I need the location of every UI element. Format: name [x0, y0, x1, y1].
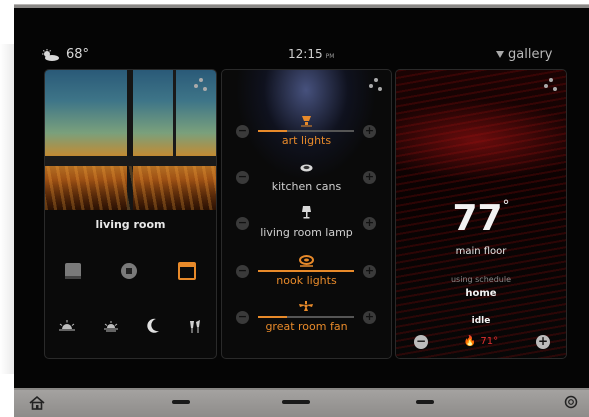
living-room-card[interactable]: living room — [44, 69, 217, 359]
fan-icon[interactable] — [297, 298, 313, 311]
flame-icon: 🔥 — [463, 336, 477, 347]
gallery-label: gallery — [508, 47, 553, 62]
dimmer-slider[interactable] — [258, 130, 354, 132]
power-icon[interactable] — [564, 395, 578, 409]
thermostat-card[interactable]: 77° main floor using schedule home idle … — [395, 69, 567, 359]
time-text: 12:15 — [288, 47, 323, 61]
schedule-name: home — [465, 288, 497, 299]
party-icon[interactable] — [188, 318, 202, 334]
chevron-down-icon — [496, 51, 504, 58]
light-label: art lights — [281, 134, 332, 147]
dimmer-level — [258, 316, 287, 318]
sunrise-icon[interactable] — [58, 320, 75, 332]
temperature-value: 77 — [452, 198, 503, 239]
room-label: living room — [95, 218, 166, 231]
blind-controls — [45, 262, 216, 280]
blind-stop-icon[interactable] — [121, 263, 138, 279]
dimmer-slider[interactable] — [258, 270, 354, 272]
increase-setpoint-button[interactable]: + — [536, 335, 550, 349]
gallery-menu[interactable]: gallery — [496, 47, 552, 62]
spotlight-icon[interactable] — [299, 112, 314, 127]
lights-card[interactable]: − + art lights − + kitchen cans − + living room … — [221, 69, 392, 359]
dimmer-level — [258, 270, 354, 272]
more-options-icon[interactable] — [544, 78, 558, 92]
current-temperature: 77° — [396, 198, 566, 239]
outdoor-temperature: 68° — [66, 47, 90, 62]
blind-close-icon[interactable] — [65, 263, 82, 279]
light-label: nook lights — [276, 274, 337, 287]
zone-name: main floor — [455, 246, 507, 257]
dimmer-slider[interactable] — [258, 316, 354, 318]
moon-icon[interactable] — [146, 318, 160, 334]
clock: 12:15 PM — [288, 47, 334, 61]
hvac-mode: idle — [471, 316, 491, 326]
lamp-icon[interactable] — [299, 204, 314, 219]
setpoint-value: 71° — [480, 336, 499, 347]
more-options-icon[interactable] — [194, 78, 208, 92]
window-frame — [173, 70, 176, 160]
sunset-icon[interactable] — [103, 320, 119, 332]
light-label: living room lamp — [260, 226, 353, 239]
downlight-icon[interactable] — [299, 158, 314, 172]
dimmer-level — [258, 130, 287, 132]
page-indicator-1[interactable] — [172, 400, 190, 404]
ampm-text: PM — [325, 53, 335, 60]
scene-controls — [45, 318, 216, 334]
light-label: kitchen cans — [271, 180, 342, 193]
light-label: great room fan — [265, 320, 348, 333]
window-frame — [45, 156, 216, 166]
more-options-icon[interactable] — [369, 78, 383, 92]
page-indicator-2[interactable] — [282, 400, 310, 404]
bottom-bar — [14, 390, 589, 417]
degree-symbol: ° — [502, 198, 510, 214]
pendant-icon[interactable] — [299, 252, 314, 267]
page-indicator-3[interactable] — [416, 400, 434, 404]
light-rays — [45, 166, 216, 210]
blind-open-icon[interactable] — [177, 262, 196, 280]
schedule-label: using schedule — [450, 275, 511, 284]
partly-cloudy-icon — [42, 48, 59, 61]
home-icon[interactable] — [28, 394, 46, 412]
weather-widget[interactable]: 68° — [40, 47, 89, 62]
